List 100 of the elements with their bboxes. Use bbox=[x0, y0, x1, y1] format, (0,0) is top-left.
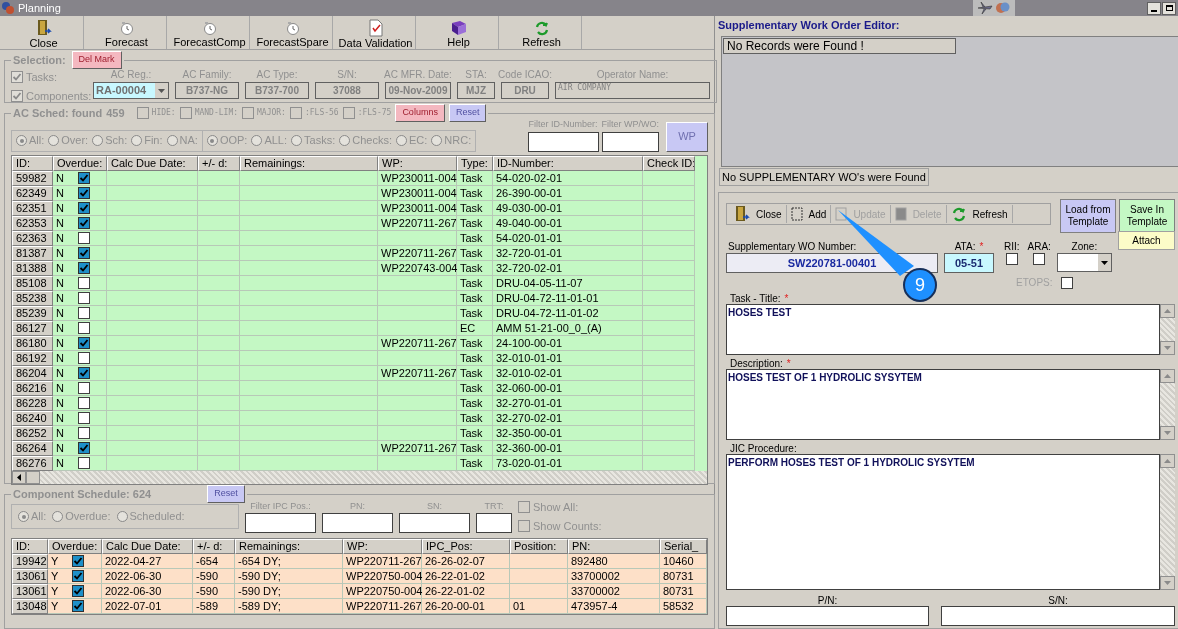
wo-number-field[interactable]: SW220781-00401 bbox=[726, 253, 938, 273]
column-header[interactable]: WP: bbox=[343, 539, 422, 554]
radio-button[interactable] bbox=[251, 135, 263, 146]
checkbox[interactable] bbox=[1060, 276, 1073, 289]
row-checkbox[interactable] bbox=[77, 411, 90, 424]
text-area[interactable]: HOSES TEST bbox=[726, 304, 1160, 355]
ata-field[interactable]: 05-51 bbox=[944, 253, 994, 273]
zone-dropdown[interactable] bbox=[1056, 253, 1112, 272]
row-checkbox[interactable] bbox=[77, 171, 90, 184]
checkbox[interactable] bbox=[1005, 253, 1018, 265]
row-id-cell[interactable]: 13061 bbox=[12, 584, 48, 599]
row-checkbox[interactable] bbox=[77, 261, 90, 274]
radio-button[interactable] bbox=[131, 135, 143, 146]
row-checkbox[interactable] bbox=[77, 381, 90, 394]
row-checkbox[interactable] bbox=[77, 351, 90, 364]
checkbox[interactable] bbox=[179, 107, 192, 119]
radio-button[interactable] bbox=[116, 511, 128, 522]
radio-button[interactable] bbox=[431, 135, 443, 146]
column-header[interactable]: Serial_ bbox=[660, 539, 707, 554]
toolbar-button[interactable]: Close bbox=[730, 205, 787, 223]
checkbox[interactable] bbox=[518, 519, 530, 532]
row-id-cell[interactable]: 19942 bbox=[12, 554, 48, 569]
checkbox[interactable] bbox=[11, 71, 23, 84]
row-checkbox[interactable] bbox=[77, 336, 90, 349]
ac-reg-dropdown[interactable]: RA-00004 bbox=[93, 82, 169, 99]
row-checkbox[interactable] bbox=[77, 201, 90, 214]
column-header[interactable]: ID-Number: bbox=[493, 155, 643, 171]
text-area[interactable]: HOSES TEST OF 1 HYDROLIC SYSYTEM bbox=[726, 369, 1160, 440]
filter-field[interactable] bbox=[399, 513, 470, 534]
row-checkbox[interactable] bbox=[77, 186, 90, 199]
reset-button[interactable]: Reset bbox=[207, 485, 245, 503]
input-field[interactable] bbox=[941, 606, 1175, 626]
input-field[interactable] bbox=[726, 606, 929, 626]
load-template-button[interactable]: Load from Template bbox=[1060, 199, 1116, 233]
checkbox[interactable] bbox=[289, 107, 302, 119]
scroll-left-icon[interactable] bbox=[12, 470, 26, 484]
row-checkbox[interactable] bbox=[77, 231, 90, 244]
checkbox[interactable] bbox=[136, 107, 149, 119]
minimize-button[interactable] bbox=[1147, 1, 1161, 15]
text-area[interactable]: PERFORM HOSES TEST OF 1 HYDROLIC SYSYTEM bbox=[726, 454, 1160, 590]
column-header[interactable]: Type: bbox=[457, 155, 493, 171]
filter-field[interactable] bbox=[601, 131, 659, 152]
checkbox[interactable] bbox=[1033, 253, 1046, 265]
toolbar-button[interactable]: Add bbox=[786, 205, 832, 223]
checkbox[interactable] bbox=[11, 89, 23, 102]
column-header[interactable]: WP: bbox=[378, 155, 457, 171]
radio-button[interactable] bbox=[16, 135, 27, 146]
row-checkbox[interactable] bbox=[77, 396, 90, 409]
toolbar-button[interactable]: Refresh bbox=[502, 16, 582, 49]
row-checkbox[interactable] bbox=[72, 600, 85, 612]
row-checkbox[interactable] bbox=[77, 456, 90, 469]
checkbox[interactable] bbox=[242, 107, 255, 119]
row-checkbox[interactable] bbox=[77, 321, 90, 334]
row-checkbox[interactable] bbox=[77, 246, 90, 259]
save-template-button[interactable]: Save In Template bbox=[1119, 199, 1175, 233]
column-header[interactable]: ID: bbox=[12, 155, 53, 171]
column-header[interactable]: +/- d: bbox=[193, 539, 235, 554]
toolbar-button[interactable]: Close bbox=[4, 16, 84, 49]
radio-button[interactable] bbox=[396, 135, 407, 146]
row-checkbox[interactable] bbox=[77, 426, 90, 439]
radio-button[interactable] bbox=[166, 135, 178, 146]
del-mark-button[interactable]: Del Mark bbox=[71, 51, 122, 69]
radio-button[interactable] bbox=[48, 135, 60, 146]
checkbox[interactable] bbox=[342, 107, 355, 119]
column-header[interactable]: IPC_Pos: bbox=[422, 539, 510, 554]
row-checkbox[interactable] bbox=[77, 306, 90, 319]
row-checkbox[interactable] bbox=[77, 366, 90, 379]
toolbar-button[interactable]: Forecast bbox=[87, 16, 167, 49]
radio-button[interactable] bbox=[52, 511, 64, 522]
attach-button[interactable]: Attach bbox=[1118, 231, 1175, 250]
filter-field[interactable] bbox=[527, 131, 599, 152]
row-checkbox[interactable] bbox=[77, 441, 90, 454]
column-header[interactable]: PN: bbox=[568, 539, 660, 554]
row-checkbox[interactable] bbox=[77, 291, 90, 304]
radio-button[interactable] bbox=[18, 511, 29, 522]
filter-field[interactable] bbox=[322, 513, 393, 534]
column-header[interactable]: Check ID: bbox=[643, 155, 695, 171]
row-checkbox[interactable] bbox=[72, 570, 85, 582]
row-checkbox[interactable] bbox=[77, 276, 90, 289]
toolbar-button[interactable]: ForecastSpare bbox=[253, 16, 333, 49]
row-checkbox[interactable] bbox=[72, 585, 85, 597]
column-header[interactable]: Overdue: bbox=[48, 539, 102, 554]
row-id-cell[interactable]: 13048 bbox=[12, 599, 48, 614]
radio-button[interactable] bbox=[92, 135, 104, 146]
reset-button[interactable]: Reset bbox=[448, 104, 487, 122]
row-checkbox[interactable] bbox=[72, 555, 85, 567]
column-header[interactable]: Calc Due Date: bbox=[102, 539, 193, 554]
column-header[interactable]: Remainings: bbox=[240, 155, 378, 171]
columns-button[interactable]: Columns bbox=[395, 104, 445, 122]
radio-button[interactable] bbox=[206, 135, 218, 146]
toolbar-button[interactable]: ForecastComp bbox=[170, 16, 250, 49]
row-checkbox[interactable] bbox=[77, 216, 90, 229]
filter-field[interactable] bbox=[476, 513, 512, 534]
filter-field[interactable] bbox=[245, 513, 316, 534]
toolbar-button[interactable]: Help bbox=[419, 16, 499, 49]
column-header[interactable]: Overdue: bbox=[53, 155, 107, 171]
airplane-icon[interactable] bbox=[977, 1, 993, 15]
restore-button[interactable] bbox=[1162, 1, 1176, 15]
column-header[interactable]: Remainings: bbox=[235, 539, 343, 554]
caret-icon[interactable] bbox=[1097, 254, 1111, 271]
